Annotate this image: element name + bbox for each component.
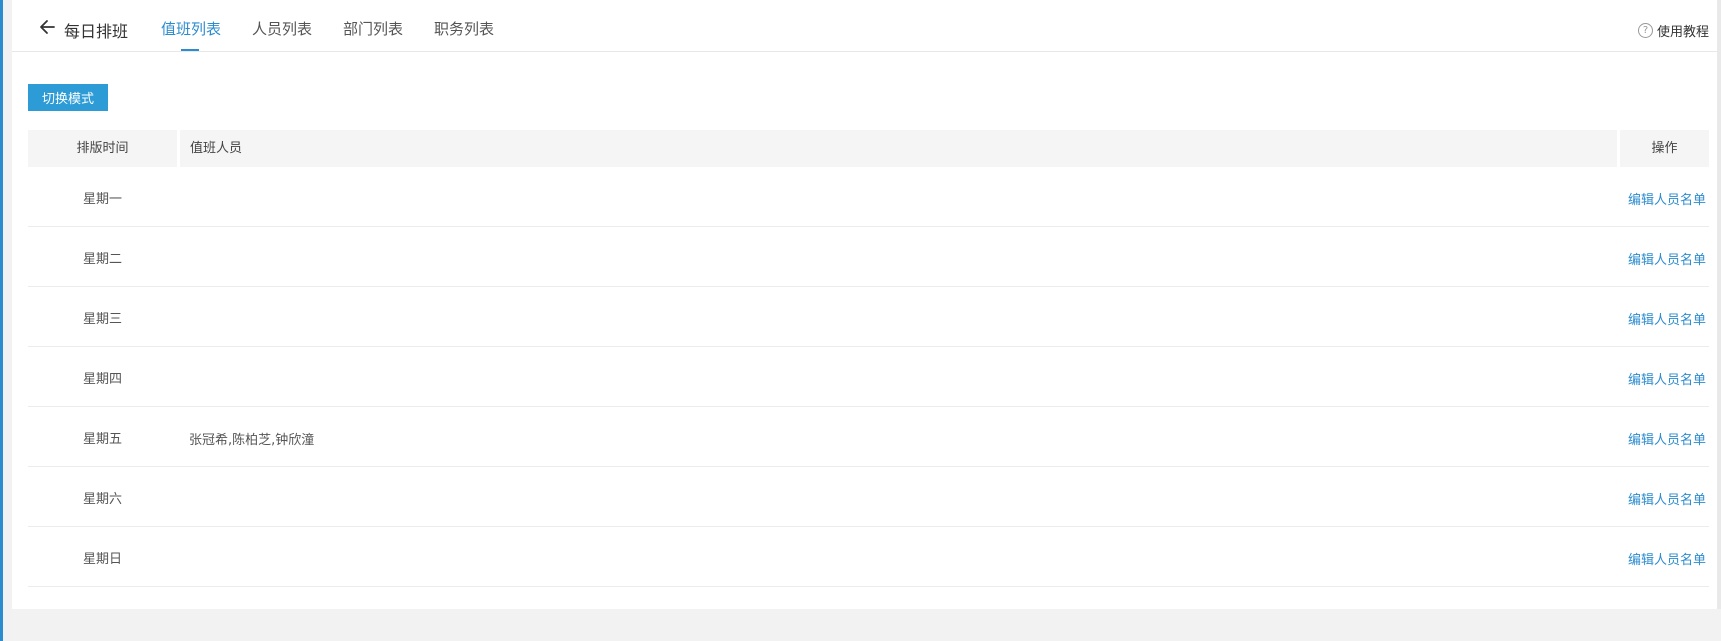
table-row: 星期日 编辑人员名单 [28, 527, 1709, 587]
row-day: 星期三 [82, 312, 122, 327]
table-row: 星期五 张冠希,陈柏芝,钟欣潼 编辑人员名单 [28, 407, 1709, 467]
window-left-edge [0, 0, 3, 641]
row-day: 星期五 [82, 432, 122, 447]
scrollbar[interactable] [1717, 0, 1721, 609]
active-tab-indicator [181, 49, 199, 51]
help-link[interactable]: ? 使用教程 [1637, 21, 1709, 40]
tab-position-list[interactable]: 职务列表 [434, 18, 494, 39]
tab-duty-list[interactable]: 值班列表 [161, 18, 221, 39]
page-title: 每日排班 [64, 22, 129, 41]
column-header-people: 值班人员 [180, 130, 1617, 167]
row-day: 星期六 [82, 492, 122, 507]
row-day: 星期二 [82, 252, 122, 267]
row-day: 星期一 [82, 192, 122, 207]
edit-staff-link[interactable]: 编辑人员名单 [1628, 549, 1706, 568]
table-row: 星期六 编辑人员名单 [28, 467, 1709, 527]
row-people: 张冠希,陈柏芝,钟欣潼 [189, 433, 315, 448]
tab-staff-list[interactable]: 人员列表 [252, 18, 312, 39]
edit-staff-link[interactable]: 编辑人员名单 [1628, 369, 1706, 388]
tab-department-list[interactable]: 部门列表 [343, 18, 403, 39]
switch-mode-button[interactable]: 切换模式 [28, 84, 108, 111]
edit-staff-link[interactable]: 编辑人员名单 [1628, 429, 1706, 448]
table-row: 星期二 编辑人员名单 [28, 227, 1709, 287]
edit-staff-link[interactable]: 编辑人员名单 [1628, 309, 1706, 328]
edit-staff-link[interactable]: 编辑人员名单 [1628, 249, 1706, 268]
row-day: 星期四 [82, 372, 122, 387]
duty-table: 排版时间 值班人员 操作 星期一 编辑人员名单 星期二 编辑人员名单 星期三 编… [28, 130, 1709, 587]
back-arrow-icon[interactable] [34, 15, 64, 45]
table-row: 星期一 编辑人员名单 [28, 167, 1709, 227]
column-header-ops: 操作 [1620, 130, 1709, 167]
table-header: 排版时间 值班人员 操作 [28, 130, 1709, 167]
edit-staff-link[interactable]: 编辑人员名单 [1628, 489, 1706, 508]
main-panel: 每日排班 值班列表 人员列表 部门列表 职务列表 ? 使用教程 切换模式 排版时… [12, 0, 1721, 609]
help-label: 使用教程 [1656, 25, 1709, 40]
edit-staff-link[interactable]: 编辑人员名单 [1628, 189, 1706, 208]
row-day: 星期日 [82, 552, 122, 567]
page-header: 每日排班 值班列表 人员列表 部门列表 职务列表 ? 使用教程 [12, 0, 1721, 52]
table-row: 星期三 编辑人员名单 [28, 287, 1709, 347]
table-row: 星期四 编辑人员名单 [28, 347, 1709, 407]
question-circle-icon: ? [1637, 23, 1653, 38]
column-header-time: 排版时间 [28, 130, 177, 167]
